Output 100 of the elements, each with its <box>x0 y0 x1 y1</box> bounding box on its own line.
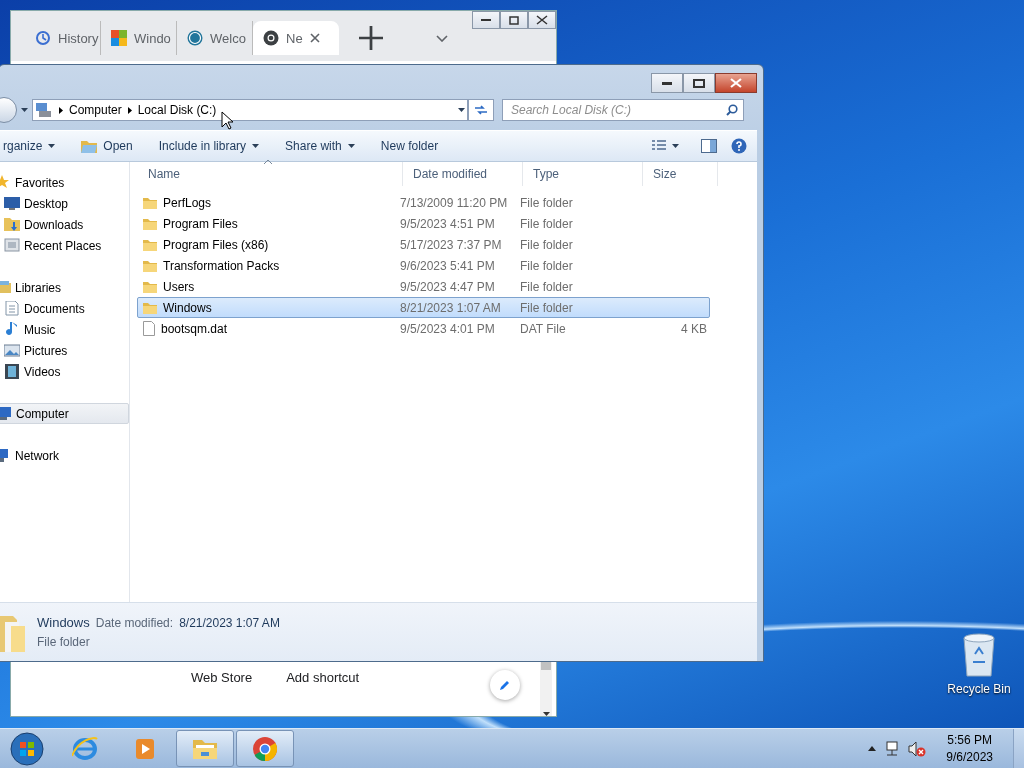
help-icon[interactable] <box>731 138 747 154</box>
breadcrumb-arrow-icon <box>127 106 132 114</box>
caret-icon <box>48 144 56 148</box>
date-cell-text: 9/5/2023 4:51 PM <box>399 216 496 231</box>
window-control-button[interactable] <box>651 73 683 93</box>
shortcut-link[interactable]: Web Store <box>189 665 255 689</box>
window-control-button[interactable] <box>715 73 757 93</box>
network-icon[interactable] <box>884 740 901 757</box>
folder-icon <box>143 238 157 251</box>
browser-e-icon <box>72 735 98 762</box>
file-row[interactable]: bootsqm.dat 9/5/2023 4:01 PM DAT File 4 KB <box>137 318 710 339</box>
file-name: PerfLogs <box>163 195 212 210</box>
picture-icon <box>4 343 20 358</box>
scrollbar-thumb[interactable] <box>541 662 551 670</box>
type-cell-text: File folder <box>519 300 574 315</box>
download-folder-icon <box>4 217 20 232</box>
nav-item[interactable]: Downloads <box>0 214 129 235</box>
type-cell-text: File folder <box>519 195 574 210</box>
clock-time[interactable]: 5:56 PM <box>947 733 992 747</box>
folder-icon <box>143 196 157 209</box>
date-cell-text: 7/13/2009 11:20 PM <box>399 195 509 210</box>
item-name: Windows <box>37 615 90 630</box>
file-row[interactable]: Program Files (x86) 5/17/2023 7:37 PM File folder <box>137 234 710 255</box>
caret-icon <box>21 108 28 112</box>
close-icon <box>536 15 548 25</box>
close-icon[interactable] <box>309 33 320 43</box>
toolbar-button[interactable]: rganize <box>0 135 64 157</box>
refresh-button[interactable] <box>468 99 494 121</box>
speaker-muted-icon[interactable] <box>908 740 927 757</box>
toolbar-button[interactable]: Open <box>73 135 141 157</box>
chevron-down-icon[interactable] <box>436 34 448 42</box>
caret-up-icon[interactable] <box>868 746 877 751</box>
close-icon <box>730 78 742 88</box>
history-icon <box>35 30 51 46</box>
nav-item[interactable]: Documents <box>0 298 129 319</box>
nav-item[interactable]: Computer <box>0 403 129 424</box>
file-row[interactable]: Program Files 9/5/2023 4:51 PM File folder <box>137 213 710 234</box>
breadcrumb-item[interactable]: Computer <box>69 103 122 117</box>
toolbar-button[interactable]: Include in library <box>150 135 268 157</box>
browser-tab[interactable]: Ne <box>253 21 339 55</box>
nav-item[interactable]: Libraries <box>0 277 129 298</box>
nav-item[interactable]: Desktop <box>0 193 129 214</box>
nav-item[interactable]: Music <box>0 319 129 340</box>
type-cell-text: File folder <box>519 216 574 231</box>
breadcrumb-arrow-icon <box>59 106 63 114</box>
nav-item[interactable]: Recent Places <box>0 235 129 256</box>
browser-tab[interactable]: Windo <box>101 21 177 55</box>
shortcut-link[interactable]: Add shortcut <box>284 665 362 689</box>
file-name: Windows <box>163 300 212 315</box>
type-cell-text: File folder <box>519 279 574 294</box>
file-row[interactable]: Users 9/5/2023 4:47 PM File folder <box>137 276 710 297</box>
scrollbar[interactable] <box>540 662 552 716</box>
nav-item[interactable]: Videos <box>0 361 129 382</box>
desktop-icon-label[interactable]: Recycle Bin <box>947 682 1011 696</box>
windows-orb-icon <box>10 731 44 766</box>
folder-icon <box>143 280 157 293</box>
file-row[interactable]: Windows 8/21/2023 1:07 AM File folder <box>137 297 710 318</box>
recycle-bin-icon[interactable] <box>961 632 997 678</box>
nav-item[interactable]: Pictures <box>0 340 129 361</box>
taskbar-button[interactable] <box>236 730 294 767</box>
toolbar-button[interactable]: New folder <box>372 135 447 157</box>
column-header[interactable]: Size <box>643 162 718 186</box>
window-control-button[interactable] <box>683 73 715 93</box>
date-value: 8/21/2023 1:07 AM <box>179 616 280 630</box>
nav-item[interactable]: Network <box>0 445 129 466</box>
search-field[interactable]: Search Local Disk (C:) <box>502 99 744 121</box>
tile-grid-icon <box>111 30 127 46</box>
nav-item[interactable]: Favorites <box>0 172 129 193</box>
file-row[interactable]: PerfLogs 7/13/2009 11:20 PM File folder <box>137 192 710 213</box>
window-control-button[interactable] <box>472 11 500 29</box>
chrome-icon <box>263 30 279 46</box>
taskbar-button[interactable] <box>176 730 234 767</box>
file-name: Users <box>163 279 195 294</box>
folder-icon <box>143 259 157 272</box>
plus-icon[interactable] <box>359 26 383 50</box>
column-header[interactable]: Type <box>523 162 643 186</box>
browser-tab[interactable]: History <box>25 21 101 55</box>
column-header[interactable]: Date modified <box>403 162 523 186</box>
size-cell-text: 4 KB <box>680 321 708 336</box>
date-cell-text: 8/21/2023 1:07 AM <box>399 300 502 315</box>
caret-icon <box>672 144 679 148</box>
pencil-icon <box>499 679 511 691</box>
clock-date[interactable]: 9/6/2023 <box>946 750 993 764</box>
address-bar[interactable]: Computer Local Disk (C:) <box>32 99 468 121</box>
breadcrumb-item[interactable]: Local Disk (C:) <box>137 103 217 117</box>
date-cell-text: 5/17/2023 7:37 PM <box>399 237 503 252</box>
preview-pane-icon[interactable] <box>701 139 717 153</box>
refresh-arrows-icon <box>474 104 488 116</box>
type-cell-text: File folder <box>519 258 574 273</box>
date-label: Date modified: <box>95 616 174 630</box>
edit-button[interactable] <box>490 670 520 700</box>
window-control-button[interactable] <box>528 11 556 29</box>
toolbar-button[interactable]: Share with <box>277 135 363 157</box>
minimize-icon <box>481 19 491 21</box>
window-control-button[interactable] <box>500 11 528 29</box>
caret-icon <box>252 144 260 148</box>
date-cell-text: 9/5/2023 4:01 PM <box>399 321 496 336</box>
restore-icon <box>509 15 519 25</box>
column-header[interactable]: Name <box>138 162 403 186</box>
file-row[interactable]: Transformation Packs 9/6/2023 5:41 PM File folder <box>137 255 710 276</box>
